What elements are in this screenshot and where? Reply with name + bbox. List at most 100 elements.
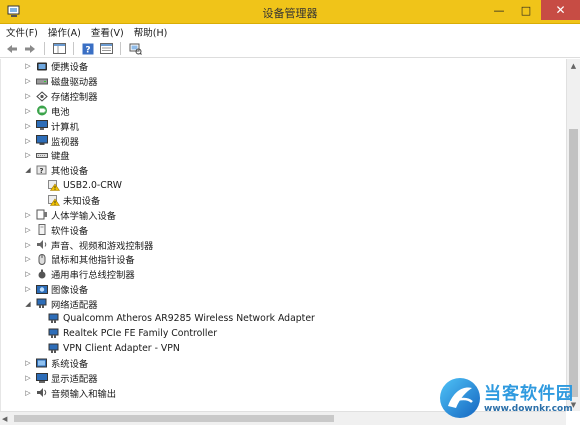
menu-file[interactable]: 文件(F) <box>6 25 38 39</box>
scan-hardware-button[interactable] <box>127 42 143 56</box>
expand-chevron-icon[interactable]: ▷ <box>23 373 33 383</box>
tree-device[interactable]: Realtek PCIe FE Family Controller <box>1 326 566 341</box>
tree-item-label: Realtek PCIe FE Family Controller <box>63 328 218 340</box>
tree-item-label: 电池 <box>51 106 70 118</box>
forward-button[interactable] <box>22 42 38 56</box>
vertical-scrollbar[interactable]: ▲ ▼ <box>566 59 580 411</box>
menu-action[interactable]: 操作(A) <box>48 25 81 39</box>
tree-category[interactable]: ▷ 鼠标和其他指针设备 <box>1 252 566 267</box>
horizontal-scrollbar-thumb[interactable] <box>14 415 334 422</box>
minimize-icon: — <box>493 3 505 17</box>
toolbar-separator <box>44 42 45 55</box>
tree-item-label: 通用串行总线控制器 <box>51 270 135 282</box>
close-icon: ✕ <box>555 3 566 17</box>
expand-chevron-icon[interactable]: ▷ <box>23 269 33 279</box>
menu-view[interactable]: 查看(V) <box>91 25 124 39</box>
tree-category[interactable]: ▷ 声音、视频和游戏控制器 <box>1 237 566 252</box>
tree-device[interactable]: USB2.0-CRW <box>1 178 566 193</box>
unknown-device-icon: ? <box>35 164 48 176</box>
tree-category[interactable]: ▷ 键盘 <box>1 148 566 163</box>
toolbar-separator <box>120 42 121 55</box>
scan-hardware-icon <box>129 43 142 55</box>
maximize-button[interactable]: □ <box>514 0 538 20</box>
tree-category[interactable]: ◢? 其他设备 <box>1 163 566 178</box>
tree-category[interactable]: ▷ 便携设备 <box>1 59 566 74</box>
tree-item-label: 音频输入和输出 <box>51 388 117 400</box>
warning-device-icon <box>47 179 60 191</box>
hid-icon <box>35 209 48 221</box>
back-button[interactable] <box>4 42 20 56</box>
tree-category[interactable]: ◢ 网络适配器 <box>1 297 566 312</box>
tree-item-label: 磁盘驱动器 <box>51 77 98 89</box>
expand-chevron-icon[interactable]: ▷ <box>23 136 33 146</box>
chevron-up-icon: ▲ <box>570 61 577 70</box>
downkr-logo-icon <box>440 378 480 418</box>
tree-category[interactable]: ▷ 电池 <box>1 104 566 119</box>
chevron-left-icon: ◀ <box>2 415 8 423</box>
expand-chevron-icon[interactable]: ▷ <box>23 150 33 160</box>
mouse-icon <box>35 253 48 265</box>
tree-category[interactable]: ▷ 磁盘驱动器 <box>1 74 566 89</box>
expand-chevron-icon[interactable]: ▷ <box>23 358 33 368</box>
expand-chevron-icon[interactable]: ▷ <box>23 284 33 294</box>
expand-chevron-icon[interactable]: ▷ <box>23 91 33 101</box>
expand-chevron-icon[interactable]: ▷ <box>23 76 33 86</box>
tree-category[interactable]: ▷ 监视器 <box>1 133 566 148</box>
tree-category[interactable]: ▷ 存储控制器 <box>1 89 566 104</box>
collapse-chevron-icon[interactable]: ◢ <box>23 165 33 175</box>
usb-icon <box>35 268 48 280</box>
tree-device[interactable]: VPN Client Adapter - VPN <box>1 341 566 356</box>
expand-chevron-icon[interactable]: ▷ <box>23 210 33 220</box>
tree-item-label: 软件设备 <box>51 225 89 237</box>
tree-item-label: 系统设备 <box>51 359 89 371</box>
expand-chevron-icon[interactable]: ▷ <box>23 240 33 250</box>
menu-bar: 文件(F) 操作(A) 查看(V) 帮助(H) <box>0 24 580 40</box>
watermark: 当客软件园 www.downkr.com <box>438 376 580 425</box>
expand-chevron-icon[interactable]: ▷ <box>23 388 33 398</box>
device-tree[interactable]: ▷ 便携设备 ▷ 磁盘驱动器 ▷ 存储控制器 ▷ 电池 ▷ 计算机 ▷ 监视器 ▷ 键盘 ◢? 其他设备 USB… <box>0 59 566 411</box>
battery-icon <box>35 105 48 117</box>
expand-chevron-icon[interactable]: ▷ <box>23 254 33 264</box>
properties-panel-button[interactable] <box>51 42 67 56</box>
tree-category[interactable]: ▷ 图像设备 <box>1 282 566 297</box>
tree-item-label: 未知设备 <box>63 196 101 208</box>
toolbar: ? <box>0 40 580 58</box>
toolbar-separator <box>73 42 74 55</box>
collapse-chevron-icon[interactable]: ◢ <box>23 299 33 309</box>
expand-chevron-icon[interactable]: ▷ <box>23 225 33 235</box>
expand-chevron-icon[interactable]: ▷ <box>23 106 33 116</box>
audio-io-icon <box>35 387 48 399</box>
network-adapter-icon <box>47 342 60 354</box>
scroll-up-button[interactable]: ▲ <box>567 59 580 72</box>
menu-help[interactable]: 帮助(H) <box>134 25 168 39</box>
tree-category[interactable]: ▷ 计算机 <box>1 118 566 133</box>
tree-item-label: 鼠标和其他指针设备 <box>51 255 135 267</box>
details-view-button[interactable] <box>98 42 114 56</box>
tree-category[interactable]: ▷ 通用串行总线控制器 <box>1 267 566 282</box>
minimize-button[interactable]: — <box>486 0 512 20</box>
help-button[interactable]: ? <box>80 42 96 56</box>
title-bar[interactable]: 设备管理器 — □ ✕ <box>0 0 580 24</box>
expand-chevron-icon[interactable]: ▷ <box>23 61 33 71</box>
scroll-left-button[interactable]: ◀ <box>2 415 7 423</box>
computer-icon <box>35 120 48 132</box>
tree-category[interactable]: ▷ 系统设备 <box>1 356 566 371</box>
warning-device-icon <box>47 194 60 206</box>
tree-device[interactable]: 未知设备 <box>1 193 566 208</box>
tree-device[interactable]: Qualcomm Atheros AR9285 Wireless Network… <box>1 311 566 326</box>
tree-item-label: 网络适配器 <box>51 299 98 311</box>
expand-chevron-icon[interactable]: ▷ <box>23 121 33 131</box>
tree-category[interactable]: ▷ 人体学输入设备 <box>1 207 566 222</box>
tree-item-label: 监视器 <box>51 136 79 148</box>
keyboard-icon <box>35 149 48 161</box>
speaker-icon <box>35 239 48 251</box>
tree-item-label: 显示适配器 <box>51 374 98 386</box>
scrollbar-thumb[interactable] <box>569 129 578 397</box>
tree-category[interactable]: ▷ 软件设备 <box>1 222 566 237</box>
close-button[interactable]: ✕ <box>541 0 580 20</box>
